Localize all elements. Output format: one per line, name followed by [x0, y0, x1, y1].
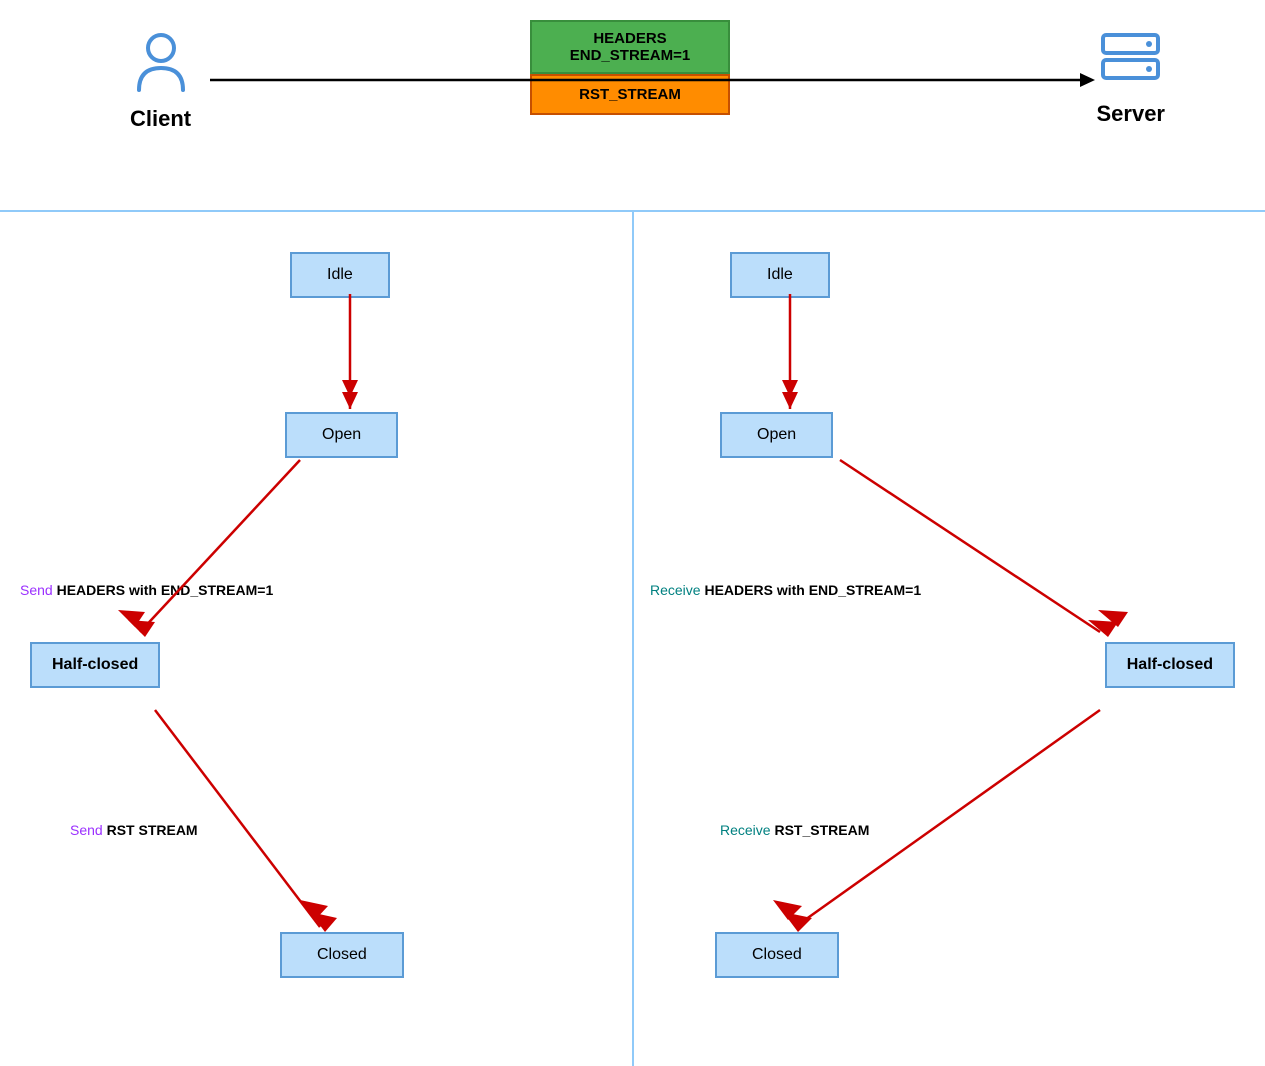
- send-prefix-2: Send: [70, 822, 107, 838]
- client-half-closed-box: Half-closed: [30, 642, 160, 688]
- client-idle-box: Idle: [290, 252, 390, 298]
- diagram-container: Client HEADERS END_STREAM=1 RST_STREAM: [0, 0, 1265, 1064]
- server-open-box: Open: [720, 412, 833, 458]
- server-transition-label-1: Receive HEADERS with END_STREAM=1: [650, 582, 921, 598]
- client-open-box: Open: [285, 412, 398, 458]
- server-idle-box: Idle: [730, 252, 830, 298]
- send-prefix-1: Send: [20, 582, 57, 598]
- send-bold-1: HEADERS with END_STREAM=1: [57, 582, 274, 598]
- server-label: Server: [1096, 101, 1165, 127]
- send-bold-2: RST STREAM: [107, 822, 198, 838]
- server-section: Server: [1096, 30, 1165, 127]
- receive-prefix-2: Receive: [720, 822, 774, 838]
- client-transition-label-1: Send HEADERS with END_STREAM=1: [20, 582, 273, 598]
- vertical-divider: [632, 212, 634, 1066]
- top-arrow-svg: [0, 0, 1265, 210]
- server-closed-box: Closed: [715, 932, 839, 978]
- receive-prefix-1: Receive: [650, 582, 704, 598]
- server-half-closed-box: Half-closed: [1105, 642, 1235, 688]
- client-transition-label-2: Send RST STREAM: [70, 822, 198, 838]
- server-icon: [1098, 30, 1163, 95]
- client-closed-box: Closed: [280, 932, 404, 978]
- receive-bold-1: HEADERS with END_STREAM=1: [704, 582, 921, 598]
- receive-bold-2: RST_STREAM: [774, 822, 869, 838]
- server-transition-label-2: Receive RST_STREAM: [720, 822, 869, 838]
